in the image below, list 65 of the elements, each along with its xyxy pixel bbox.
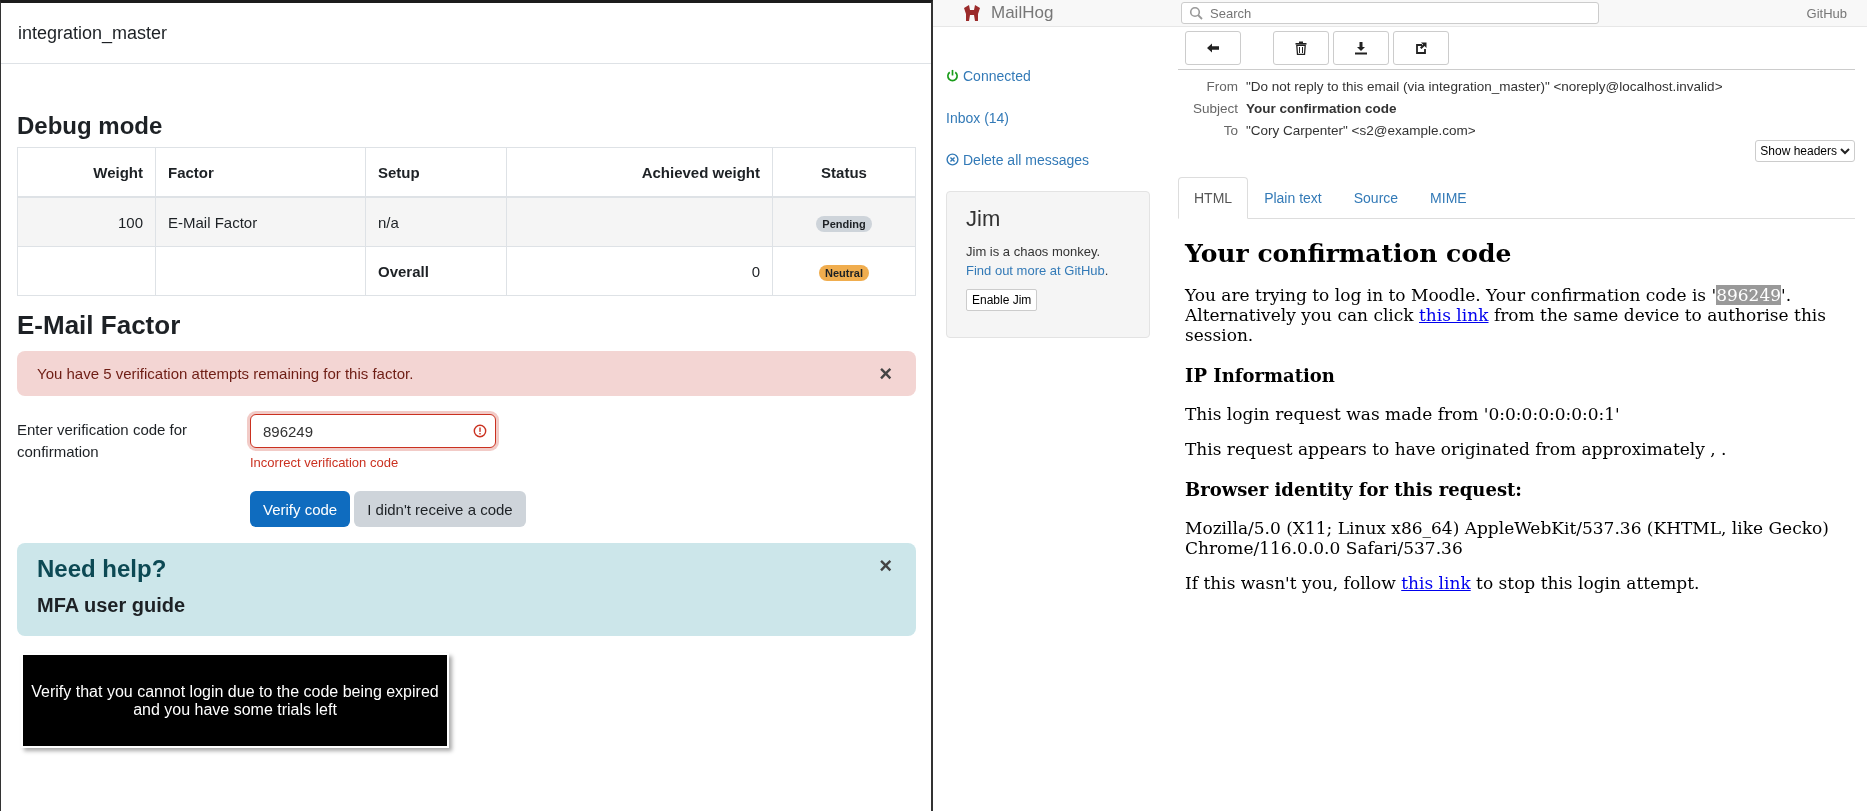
back-button[interactable] [1185, 31, 1241, 65]
power-icon [946, 69, 959, 82]
guide-link[interactable]: MFA user guide [37, 594, 186, 617]
email-paragraph: You are trying to log in to Moodle. Your confirmation code is '896249'. Alternatively you can click this link from the same device to authorise this session. [1185, 285, 1827, 345]
email-title: Your confirmation code [1185, 239, 1513, 268]
status-badge: Pending [816, 215, 872, 232]
enable-jim-button[interactable]: Enable Jim [966, 289, 1038, 311]
verify-button[interactable]: Verify code [250, 491, 351, 527]
header-value: "Do not reply to this email (via integration_master)" <noreply@localhost.invalid> [1246, 79, 1724, 94]
table-cell: 100 [17, 197, 156, 247]
table-cell: n/a [365, 197, 507, 247]
caption-text: Verify that you cannot login due to the code being expired and you have some trials left [30, 682, 440, 719]
trash-icon [1295, 41, 1307, 55]
release-button[interactable] [1393, 31, 1449, 65]
help-heading: Need help? [37, 555, 168, 583]
chevron-down-icon [1840, 147, 1850, 155]
email-link[interactable]: this link [1401, 573, 1471, 593]
alert-text: You have 5 verification attempts remaining for this factor. [37, 365, 414, 382]
header-label: Subject [1191, 101, 1238, 116]
header-label: To [1222, 123, 1238, 138]
resend-button[interactable]: I didn't receive a code [354, 491, 526, 527]
tab[interactable]: Plain text [1248, 177, 1338, 219]
close-button[interactable]: × [875, 555, 896, 577]
email-heading: Browser identity for this request: [1185, 479, 1523, 500]
email-paragraph: Mozilla/5.0 (X11; Linux x86_64) AppleWebKit/537.36 (KHTML, like Gecko) Chrome/116.0.0.0 Safari/537.36 [1185, 518, 1830, 558]
tab[interactable]: Source [1337, 177, 1415, 219]
jim-title: Jim [966, 206, 1001, 232]
email-link[interactable]: this link [1419, 305, 1489, 325]
close-button[interactable]: × [875, 362, 896, 385]
section-heading: E-Mail Factor [17, 310, 182, 341]
table-cell: Overall [365, 246, 507, 296]
connection-status: Connected [963, 67, 1031, 84]
tab[interactable]: MIME [1414, 177, 1483, 219]
delete-all-link[interactable]: Delete all messages [963, 151, 1090, 168]
header-value: "Cory Carpenter" <s2@example.com> [1246, 123, 1477, 138]
github-link[interactable]: Find out more at GitHub [966, 263, 1105, 278]
punctuation: . [1104, 263, 1109, 278]
download-icon [1354, 41, 1368, 55]
code-input-field[interactable]: 896249 [250, 414, 496, 448]
show-headers-button[interactable]: Show headers [1755, 140, 1855, 162]
share-icon [1414, 41, 1428, 55]
section-heading: Debug mode [17, 112, 164, 140]
delete-button[interactable] [1273, 31, 1329, 65]
logo-icon [961, 4, 983, 22]
header-label: From [1205, 79, 1238, 94]
search-field[interactable]: Search [1181, 2, 1599, 24]
left-arrow-icon [1206, 42, 1220, 54]
brand-name[interactable]: MailHog [991, 3, 1054, 23]
status-badge: Neutral [819, 264, 869, 281]
email-paragraph: If this wasn't you, follow this link to stop this login attempt. [1185, 573, 1701, 593]
table-cell: E-Mail Factor [155, 197, 366, 247]
error-message: Incorrect verification code [250, 455, 400, 470]
email-paragraph: This login request was made from '0:0:0:0:0:0:0:1' [1185, 404, 1621, 424]
email-heading: IP Information [1185, 365, 1336, 386]
email-paragraph: This request appears to have originated from approximately , . [1185, 439, 1728, 459]
site-title[interactable]: integration_master [18, 22, 168, 44]
field-label: Enter verification code for confirmation [17, 420, 189, 462]
error-icon [473, 424, 487, 438]
tab[interactable]: HTML [1178, 177, 1249, 219]
inbox-link[interactable]: Inbox (14) [946, 109, 1010, 126]
github-link[interactable]: GitHub [1806, 5, 1847, 21]
delete-circle-icon [946, 153, 959, 166]
jim-description: Jim is a chaos monkey. [966, 243, 1101, 261]
table-cell: 0 [506, 246, 773, 296]
header-value: Your confirmation code [1246, 101, 1398, 116]
